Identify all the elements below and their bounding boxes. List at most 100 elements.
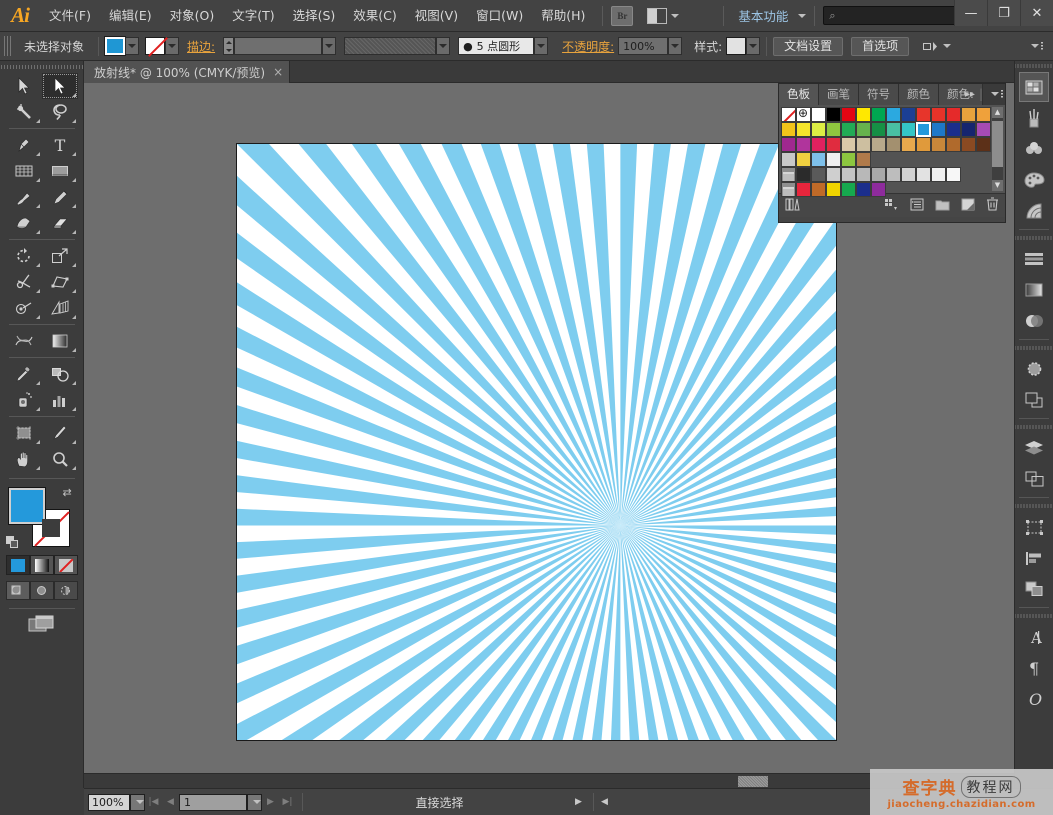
swatch[interactable]	[841, 137, 856, 152]
control-panel-menu-button[interactable]	[1027, 39, 1043, 53]
document-setup-button[interactable]: 文档设置	[773, 36, 844, 56]
last-page-icon[interactable]: ▶|	[279, 794, 296, 811]
stroke-weight-input[interactable]	[234, 37, 323, 55]
width-profile-dropdown[interactable]	[436, 37, 451, 55]
color-button[interactable]	[5, 555, 30, 575]
dock-gradient[interactable]	[1019, 275, 1049, 305]
selection-tool[interactable]	[6, 73, 42, 99]
swatch[interactable]	[811, 137, 826, 152]
type-tool[interactable]: T	[42, 132, 78, 158]
swatch[interactable]	[856, 122, 871, 137]
page-number-dropdown[interactable]	[247, 793, 262, 811]
swatch[interactable]	[781, 122, 796, 137]
tab-swatches[interactable]: 色板	[779, 84, 819, 105]
swatch[interactable]	[796, 122, 811, 137]
dock-character[interactable]: A	[1019, 622, 1049, 652]
collapse-panel-icon[interactable]: ▸▸	[965, 89, 975, 100]
zoom-level-input[interactable]: 100%	[88, 793, 130, 811]
stroke-weight-dropdown[interactable]	[322, 37, 337, 55]
swatch[interactable]	[976, 107, 991, 122]
new-swatch-icon[interactable]	[961, 198, 975, 214]
swatch-none[interactable]	[781, 107, 796, 122]
dock-group-gripper-5[interactable]	[1015, 611, 1053, 621]
dock-align-panel[interactable]	[1019, 543, 1049, 573]
delete-swatch-icon[interactable]	[986, 197, 999, 214]
graphic-style-dropdown[interactable]	[746, 37, 761, 55]
swatch-selected[interactable]	[916, 122, 931, 137]
column-graph-tool[interactable]	[42, 387, 78, 413]
menu-view[interactable]: 视图(V)	[406, 0, 467, 32]
artboard-tool[interactable]	[6, 420, 42, 446]
slice-tool[interactable]	[42, 420, 78, 446]
swatch[interactable]	[961, 107, 976, 122]
dock-appearance[interactable]	[1019, 354, 1049, 384]
none-button[interactable]	[53, 555, 78, 575]
dock-gripper[interactable]	[1015, 61, 1053, 71]
dock-artboards[interactable]	[1019, 464, 1049, 494]
dock-swatches[interactable]	[1019, 72, 1049, 102]
magic-wand-tool[interactable]	[6, 99, 42, 125]
screen-mode-button[interactable]	[0, 615, 83, 633]
bridge-icon[interactable]: Br	[611, 5, 634, 26]
stroke-color-swatch[interactable]	[145, 37, 166, 55]
swatch-registration[interactable]	[796, 106, 811, 122]
swatches-grid[interactable]	[781, 106, 1003, 197]
preferences-button[interactable]: 首选项	[851, 36, 910, 56]
rectangle-tool[interactable]	[42, 158, 78, 184]
swatch-color-group[interactable]	[781, 182, 796, 197]
scroll-left-icon[interactable]: ◀	[596, 794, 613, 811]
swatch[interactable]	[871, 137, 886, 152]
arrange-documents-button[interactable]	[647, 7, 680, 24]
dock-layers[interactable]	[1019, 433, 1049, 463]
symbol-sprayer-tool[interactable]	[6, 387, 42, 413]
swatch[interactable]	[976, 122, 991, 137]
tab-brushes[interactable]: 画笔	[819, 84, 859, 105]
swatch[interactable]	[931, 167, 946, 182]
stroke-dropdown-button[interactable]	[165, 37, 180, 55]
dock-group-gripper-2[interactable]	[1015, 343, 1053, 353]
eraser-tool[interactable]	[42, 210, 78, 236]
align-to-button[interactable]	[923, 40, 952, 53]
dock-symbols[interactable]	[1019, 134, 1049, 164]
swatch[interactable]	[826, 167, 841, 182]
scroll-up-icon[interactable]: ▲	[992, 107, 1003, 118]
swatch[interactable]	[901, 167, 916, 182]
new-color-group-icon[interactable]	[935, 198, 950, 214]
document-tab[interactable]: 放射线* @ 100% (CMYK/预览) ×	[84, 61, 291, 83]
page-number-input[interactable]: 1	[179, 793, 247, 811]
scroll-down-icon[interactable]: ▼	[992, 180, 1003, 191]
swatch[interactable]	[841, 167, 856, 182]
artboard[interactable]	[236, 143, 837, 741]
swatch[interactable]	[856, 137, 871, 152]
brush-definition-input[interactable]: ● 5 点圆形	[458, 37, 535, 55]
lasso-tool[interactable]	[42, 99, 78, 125]
swatch[interactable]	[841, 152, 856, 167]
swatch[interactable]	[946, 167, 961, 182]
scale-tool[interactable]	[42, 243, 78, 269]
menu-object[interactable]: 对象(O)	[161, 0, 224, 32]
swatch[interactable]	[856, 167, 871, 182]
opacity-label[interactable]: 不透明度:	[558, 38, 618, 55]
stroke-weight-label[interactable]: 描边:	[179, 38, 223, 55]
swatch[interactable]	[946, 107, 961, 122]
dock-transparency[interactable]	[1019, 306, 1049, 336]
shape-builder-tool[interactable]	[6, 295, 42, 321]
swatch[interactable]	[826, 137, 841, 152]
swatch[interactable]	[961, 137, 976, 152]
first-page-icon[interactable]: |◀	[145, 794, 162, 811]
draw-normal-button[interactable]	[5, 581, 30, 600]
tools-panel-gripper[interactable]	[0, 61, 83, 73]
dock-pathfinder[interactable]	[1019, 574, 1049, 604]
dock-opentype[interactable]: O	[1019, 684, 1049, 714]
opacity-input[interactable]: 100%	[618, 37, 669, 55]
swatch[interactable]	[796, 152, 811, 167]
swatch[interactable]	[901, 122, 916, 137]
swatch[interactable]	[961, 122, 976, 137]
gradient-tool[interactable]	[42, 328, 78, 354]
dock-paragraph[interactable]: ¶	[1019, 653, 1049, 683]
dock-align[interactable]	[1019, 244, 1049, 274]
swatch[interactable]	[856, 182, 871, 197]
swatch[interactable]	[826, 152, 841, 167]
previous-page-icon[interactable]: ◀	[162, 794, 179, 811]
swatch[interactable]	[871, 122, 886, 137]
